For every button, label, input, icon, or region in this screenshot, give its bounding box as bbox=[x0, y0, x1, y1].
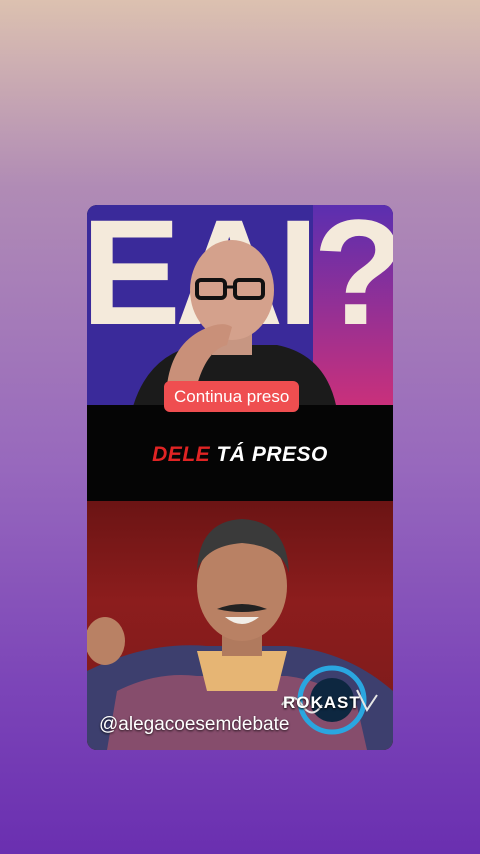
podcast-logo-text: ROKAST bbox=[283, 693, 361, 712]
account-handle[interactable]: @alegacoesemdebate bbox=[99, 714, 289, 736]
top-video-frame: EAI? bbox=[87, 205, 393, 405]
headline-white: TÁ PRESO bbox=[216, 443, 328, 466]
presenter-image bbox=[133, 240, 336, 405]
story-card: EAI? Continua preso DELE TÁ PRESO bbox=[87, 205, 393, 750]
headline-text: DELE TÁ PRESO bbox=[87, 443, 393, 467]
headline-red: DELE bbox=[152, 443, 211, 466]
caption-pill: Continua preso bbox=[164, 381, 300, 412]
